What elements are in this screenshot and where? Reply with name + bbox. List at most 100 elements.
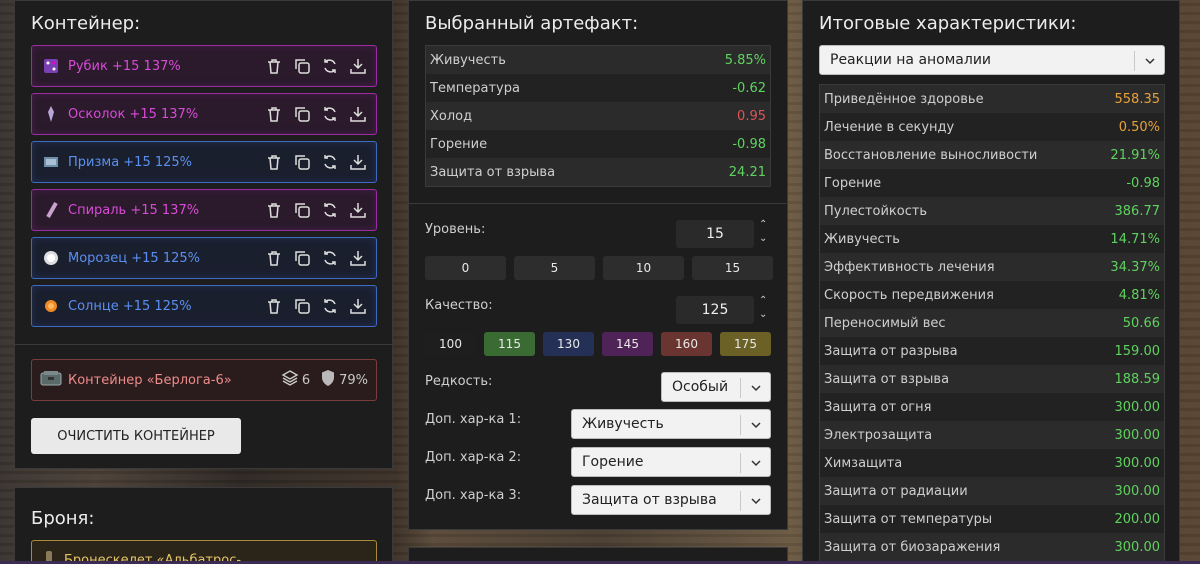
download-icon[interactable] — [348, 248, 368, 268]
swap-icon[interactable] — [320, 104, 340, 124]
chevron-down-icon — [740, 378, 770, 398]
quality-preset-button[interactable]: 130 — [543, 332, 594, 356]
stat-value: 300.00 — [1114, 455, 1161, 471]
copy-icon[interactable] — [292, 200, 312, 220]
download-icon[interactable] — [348, 56, 368, 76]
quality-preset-button[interactable]: 100 — [425, 332, 476, 356]
stat-value: 0.95 — [737, 108, 766, 124]
chevron-down-icon[interactable]: ⌄ — [759, 234, 767, 244]
extra3-select[interactable]: Защита от взрыва — [571, 485, 771, 515]
extra3-value: Защита от взрыва — [582, 492, 717, 508]
swap-icon[interactable] — [320, 248, 340, 268]
swap-icon[interactable] — [320, 200, 340, 220]
quality-preset-button[interactable]: 175 — [720, 332, 771, 356]
trash-icon[interactable] — [264, 248, 284, 268]
stat-value: 24.21 — [728, 164, 766, 180]
download-icon[interactable] — [348, 152, 368, 172]
level-preset-button[interactable]: 10 — [603, 256, 684, 280]
trash-icon[interactable] — [264, 296, 284, 316]
trash-icon[interactable] — [264, 56, 284, 76]
artifact-row[interactable]: Осколок +15 137% — [31, 93, 377, 135]
extra2-select[interactable]: Горение — [571, 447, 771, 477]
artifact-row[interactable]: Спираль +15 137% — [31, 189, 377, 231]
container-slots-value: 6 — [301, 372, 311, 388]
stat-value: 558.35 — [1114, 91, 1161, 107]
artifact-tools — [264, 152, 376, 172]
stat-name: Восстановление выносливости — [824, 147, 1038, 163]
quality-preset-button[interactable]: 160 — [661, 332, 712, 356]
copy-icon[interactable] — [292, 296, 312, 316]
stat-name: Защита от огня — [824, 399, 932, 415]
stat-name: Холод — [430, 108, 473, 124]
stat-name: Скорость передвижения — [824, 287, 994, 303]
quality-preset-button[interactable]: 115 — [484, 332, 535, 356]
chevron-up-icon[interactable]: ⌃ — [759, 296, 767, 306]
artifact-row[interactable]: Солнце +15 125% — [31, 285, 377, 327]
artifact-row[interactable]: Рубик +15 137% — [31, 45, 377, 87]
stat-value: 188.59 — [1114, 371, 1161, 387]
quality-preset-button[interactable]: 145 — [602, 332, 653, 356]
download-icon[interactable] — [348, 296, 368, 316]
level-preset-button[interactable]: 15 — [692, 256, 773, 280]
stat-value: 34.37% — [1110, 259, 1160, 275]
reaction-select[interactable]: Реакции на аномалии — [819, 45, 1165, 75]
swap-icon[interactable] — [320, 296, 340, 316]
chevron-up-icon[interactable]: ⌃ — [759, 220, 767, 230]
level-preset-button[interactable]: 5 — [514, 256, 595, 280]
chevron-down-icon[interactable]: ⌄ — [759, 310, 767, 320]
stat-name: Защита от радиации — [824, 483, 968, 499]
level-stepper[interactable]: ⌃ ⌄ — [759, 220, 767, 244]
download-icon[interactable] — [348, 104, 368, 124]
quality-input[interactable]: 125 — [676, 296, 754, 324]
container-protection-value: 79% — [339, 372, 368, 388]
stat-name: Защита от разрыва — [824, 343, 958, 359]
clear-container-button[interactable]: ОЧИСТИТЬ КОНТЕЙНЕР — [31, 418, 241, 454]
stat-row: Защита от биозаражения 300.00 — [820, 533, 1164, 561]
trash-icon[interactable] — [264, 200, 284, 220]
stat-name: Переносимый вес — [824, 315, 946, 331]
selected-stats-table: Живучесть 5.85% Температура -0.62 Холод 0.95 Г… — [425, 45, 771, 187]
extra1-select[interactable]: Живучесть — [571, 409, 771, 439]
stat-row: Защита от разрыва 159.00 — [820, 337, 1164, 365]
stat-value: 0.50% — [1118, 119, 1160, 135]
quality-stepper[interactable]: ⌃ ⌄ — [759, 296, 767, 320]
artifact-label: Призма +15 125% — [68, 154, 193, 170]
stat-row: Защита от радиации 300.00 — [820, 477, 1164, 505]
copy-icon[interactable] — [292, 56, 312, 76]
download-icon[interactable] — [348, 200, 368, 220]
extra3-label: Доп. хар-ка 3: — [425, 488, 522, 503]
level-input[interactable]: 15 — [676, 220, 754, 248]
stat-row: Пулестойкость 386.77 — [820, 197, 1164, 225]
extra1-label: Доп. хар-ка 1: — [425, 412, 522, 427]
copy-icon[interactable] — [292, 104, 312, 124]
swap-icon[interactable] — [320, 56, 340, 76]
stat-name: Защита от биозаражения — [824, 539, 1001, 555]
stat-name: Приведённое здоровье — [824, 91, 984, 107]
copy-icon[interactable] — [292, 248, 312, 268]
extra2-value: Горение — [582, 454, 644, 470]
totals-title: Итоговые характеристики: — [819, 13, 1077, 34]
extra1-value: Живучесть — [582, 416, 664, 432]
level-preset-button[interactable]: 0 — [425, 256, 506, 280]
stat-name: Лечение в секунду — [824, 119, 955, 135]
stat-name: Пулестойкость — [824, 203, 928, 219]
copy-icon[interactable] — [292, 152, 312, 172]
stat-row: Приведённое здоровье 558.35 — [820, 85, 1164, 113]
container-icon — [40, 369, 62, 391]
rarity-select[interactable]: Особый — [661, 372, 771, 402]
swap-icon[interactable] — [320, 152, 340, 172]
stat-row: Химзащита 300.00 — [820, 449, 1164, 477]
trash-icon[interactable] — [264, 152, 284, 172]
container-protection: 79% — [320, 369, 368, 391]
stat-value: 159.00 — [1114, 343, 1161, 359]
artifact-row[interactable]: Призма +15 125% — [31, 141, 377, 183]
artifact-row[interactable]: Морозец +15 125% — [31, 237, 377, 279]
totals-panel: Итоговые характеристики: Реакции на аном… — [802, 0, 1180, 564]
container-item[interactable]: Контейнер «Берлога-6» 6 79% — [31, 359, 377, 401]
stat-value: 50.66 — [1122, 315, 1160, 331]
stat-value: -0.98 — [732, 136, 766, 152]
trash-icon[interactable] — [264, 104, 284, 124]
divider — [15, 344, 392, 345]
selected-artifact-panel: Выбранный артефакт: Живучесть 5.85% Темпер… — [408, 0, 788, 530]
stat-name: Защита от взрыва — [430, 164, 556, 180]
